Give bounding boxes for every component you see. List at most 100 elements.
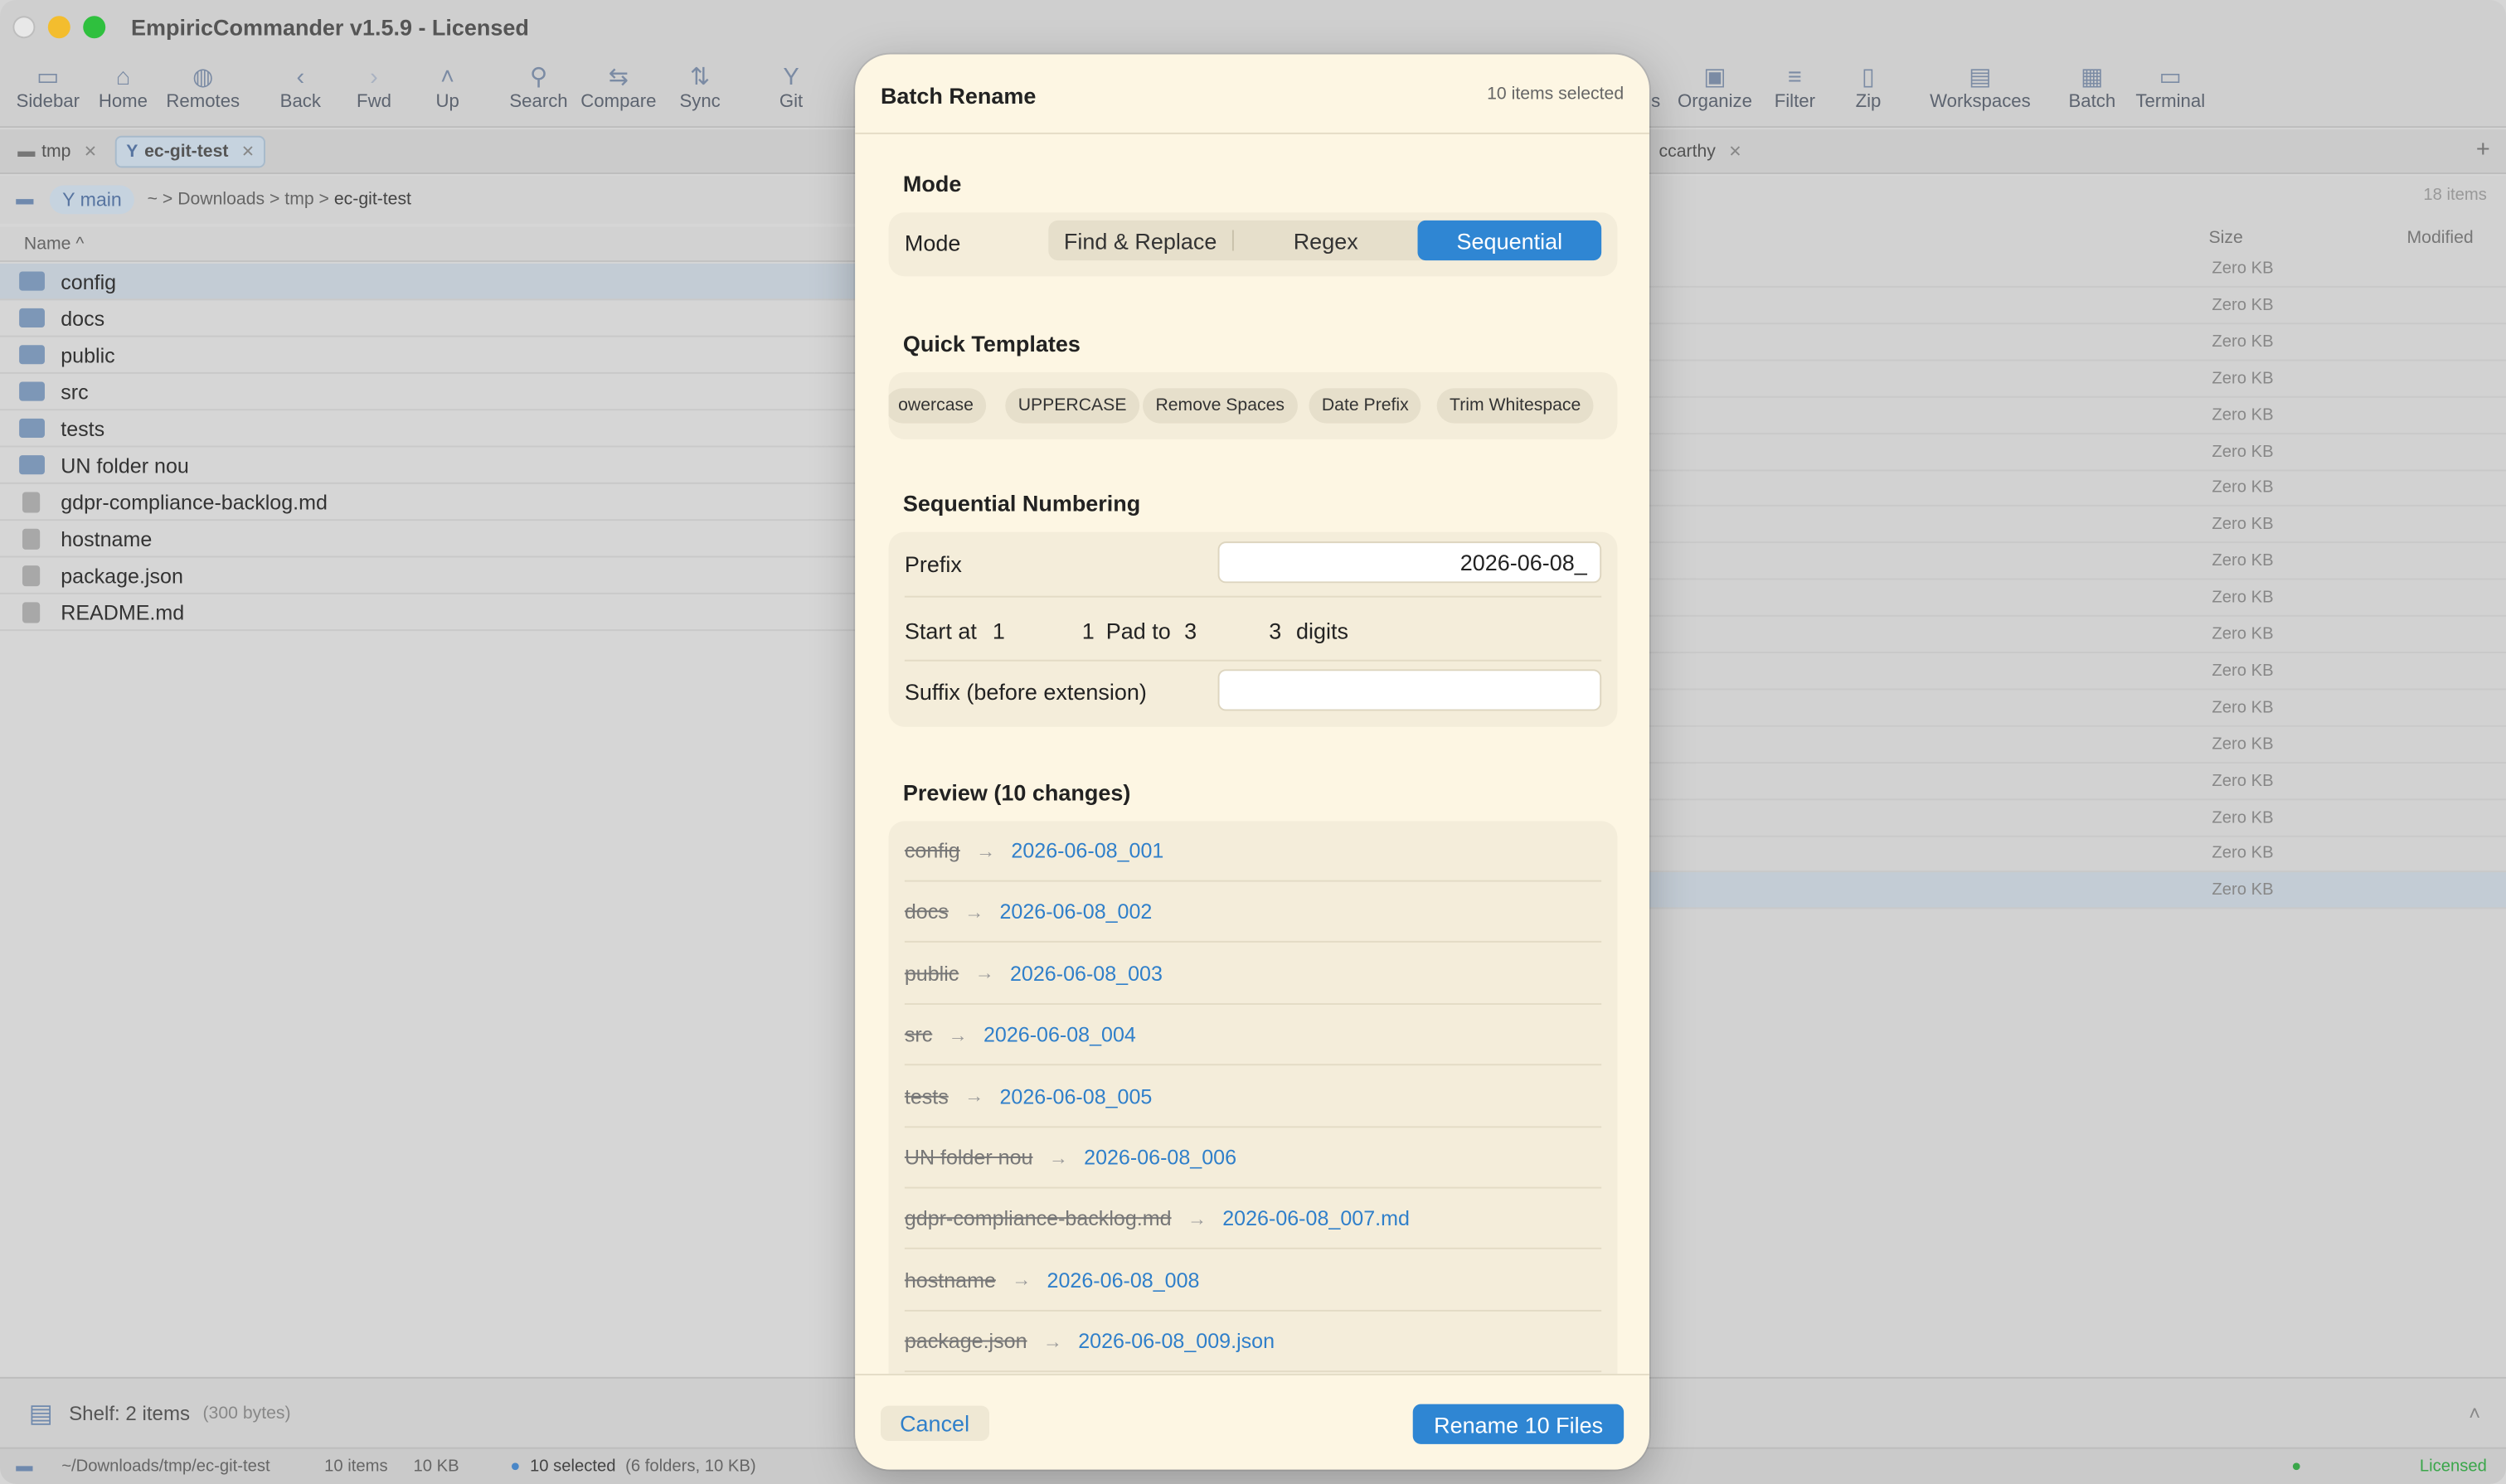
right-file-row[interactable]: Zero KB: [1649, 580, 2506, 617]
template-lowercase[interactable]: owercase: [888, 388, 987, 424]
file-row[interactable]: src: [0, 374, 856, 411]
toolbar-back-button[interactable]: ‹ Back: [260, 64, 340, 112]
maximize-window-button[interactable]: [83, 16, 106, 39]
breadcrumb-current[interactable]: ec-git-test: [334, 190, 411, 209]
file-size: Zero KB: [2212, 697, 2274, 717]
pad-to-stepper[interactable]: 3: [1269, 618, 1281, 644]
right-file-row[interactable]: Zero KB: [1649, 397, 2506, 434]
template-date-prefix[interactable]: Date Prefix: [1309, 388, 1422, 424]
toolbar-fwd-button[interactable]: › Fwd: [334, 64, 414, 112]
file-row[interactable]: docs: [0, 300, 856, 337]
toolbar-up-button[interactable]: ˄ Up: [407, 64, 487, 112]
toolbar-sync-button[interactable]: ⇅ Sync: [660, 64, 740, 112]
toolbar-label: Search: [509, 92, 568, 112]
shelf-label: Shelf: 2 items: [69, 1401, 191, 1424]
close-tab-icon[interactable]: ✕: [84, 143, 97, 160]
pad-to-input[interactable]: 3: [1184, 618, 1197, 644]
start-at-stepper[interactable]: 1: [1082, 618, 1095, 644]
window-controls: [12, 16, 106, 39]
template-remove-spaces[interactable]: Remove Spaces: [1143, 388, 1298, 424]
mode-find-replace[interactable]: Find & Replace: [1048, 221, 1232, 260]
dialog-body[interactable]: Mode Mode Find & Replace Regex Sequentia…: [855, 136, 1649, 1375]
file-row[interactable]: UN folder nou: [0, 448, 856, 484]
modified-column-header[interactable]: Modified: [2407, 229, 2474, 248]
status-size: 10 KB: [413, 1457, 459, 1477]
toolbar-label: Fwd: [357, 92, 391, 112]
file-row[interactable]: tests: [0, 410, 856, 448]
file-row[interactable]: gdpr-compliance-backlog.md: [0, 484, 856, 521]
toolbar-search-button[interactable]: ⚲ Search: [498, 64, 578, 112]
breadcrumb-tmp[interactable]: tmp: [284, 190, 313, 209]
add-tab-button[interactable]: +: [2476, 136, 2490, 163]
tab-tmp[interactable]: ▬ tmp ✕: [8, 136, 107, 168]
right-file-row[interactable]: Zero KB: [1649, 288, 2506, 324]
toolbar-compare-button[interactable]: ⇆ Compare: [579, 64, 658, 112]
right-file-row[interactable]: Zero KB: [1649, 470, 2506, 507]
right-file-row[interactable]: Zero KB: [1649, 617, 2506, 654]
toolbar-home-button[interactable]: ⌂ Home: [83, 64, 163, 112]
tab-ec-git-test[interactable]: Y ec-git-test ✕: [114, 135, 266, 168]
template-trim-whitespace[interactable]: Trim Whitespace: [1436, 388, 1594, 424]
rename-files-button[interactable]: Rename 10 Files: [1413, 1404, 1625, 1444]
close-window-button[interactable]: [12, 16, 36, 39]
mode-segmented-control: Find & Replace Regex Sequential: [1048, 220, 1602, 261]
size-column-header[interactable]: Size: [2209, 229, 2243, 248]
file-icon: [22, 601, 41, 623]
template-uppercase[interactable]: UPPERCASE: [1005, 388, 1139, 424]
right-file-row[interactable]: Zero KB: [1649, 763, 2506, 800]
file-row[interactable]: public: [0, 337, 856, 374]
start-at-input[interactable]: 1: [993, 618, 1005, 644]
branch-badge[interactable]: Y main: [49, 185, 135, 215]
prefix-input[interactable]: 2026-06-08_: [1217, 541, 1602, 584]
file-row[interactable]: config: [0, 263, 856, 301]
right-file-row[interactable]: Zero KB: [1649, 543, 2506, 580]
file-icon: [22, 565, 41, 586]
arrow-right-icon: →: [964, 1084, 984, 1108]
tab-right-pane[interactable]: ccarthy ✕: [1649, 136, 1751, 168]
toolbar-label: Sync: [679, 92, 721, 112]
toolbar-workspaces-button[interactable]: ▤ Workspaces: [1930, 64, 2031, 112]
right-file-row[interactable]: Zero KB: [1649, 361, 2506, 398]
right-file-row[interactable]: Zero KB: [1649, 836, 2506, 873]
breadcrumb-downloads[interactable]: Downloads: [177, 190, 265, 209]
cancel-button[interactable]: Cancel: [880, 1405, 989, 1441]
right-file-row[interactable]: Zero KB: [1649, 434, 2506, 471]
file-size: Zero KB: [2212, 807, 2274, 827]
toolbar-git-button[interactable]: Y Git: [751, 64, 831, 112]
toolbar-filter-button[interactable]: ≡ Filter: [1755, 64, 1834, 112]
sync-icon: ⇅: [690, 64, 711, 91]
toolbar-zip-button[interactable]: ▯ Zip: [1829, 64, 1908, 112]
toolbar-label: Batch: [2068, 92, 2116, 112]
toolbar-organize-button[interactable]: ▣ Organize: [1675, 64, 1755, 112]
close-tab-icon[interactable]: ✕: [1728, 143, 1741, 160]
arrow-right-icon: →: [1042, 1330, 1062, 1353]
file-size: Zero KB: [2212, 478, 2274, 497]
mode-sequential[interactable]: Sequential: [1417, 220, 1602, 261]
right-file-row[interactable]: Zero KB: [1649, 507, 2506, 544]
toolbar-remotes-button[interactable]: ◍ Remotes: [163, 64, 243, 112]
right-file-row[interactable]: Zero KB: [1649, 324, 2506, 361]
prefix-label: Prefix: [904, 550, 962, 577]
file-row[interactable]: package.json: [0, 557, 856, 594]
file-row[interactable]: hostname: [0, 521, 856, 558]
right-file-row[interactable]: Zero KB: [1649, 690, 2506, 727]
toolbar-batch-button[interactable]: ▦ Batch: [2052, 64, 2132, 112]
breadcrumb-home[interactable]: ~: [148, 190, 158, 209]
right-file-row[interactable]: Zero KB: [1649, 872, 2506, 909]
right-file-row[interactable]: Zero KB: [1649, 726, 2506, 764]
preview-row: docs → 2026-06-08_002: [904, 882, 1602, 943]
toolbar-terminal-button[interactable]: ▭ Terminal: [2130, 64, 2210, 112]
right-file-row[interactable]: Zero KB: [1649, 653, 2506, 691]
chevron-up-icon[interactable]: ˄: [2469, 1402, 2480, 1424]
suffix-input[interactable]: [1217, 669, 1602, 711]
right-file-row[interactable]: Zero KB: [1649, 799, 2506, 837]
file-row[interactable]: README.md: [0, 594, 856, 632]
mode-regex[interactable]: Regex: [1234, 221, 1418, 260]
minimize-window-button[interactable]: [47, 16, 70, 39]
right-file-row[interactable]: Zero KB: [1649, 251, 2506, 288]
toolbar-sidebar-button[interactable]: ▭ Sidebar: [8, 64, 88, 112]
name-column-header[interactable]: Name ^: [0, 226, 856, 262]
close-tab-icon[interactable]: ✕: [241, 143, 255, 160]
breadcrumb-sep: >: [318, 190, 329, 210]
file-name: config: [61, 269, 117, 293]
